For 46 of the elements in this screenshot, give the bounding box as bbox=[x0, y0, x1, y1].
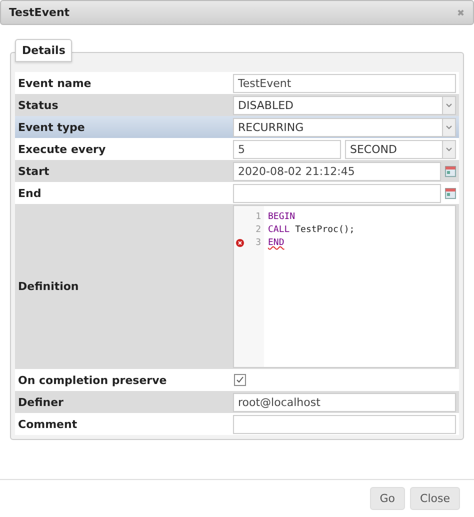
field-label: Event name bbox=[17, 76, 92, 90]
caret-icon[interactable] bbox=[442, 118, 455, 136]
window-title: TestEvent bbox=[9, 6, 70, 19]
line-number: 2 bbox=[256, 224, 261, 234]
text-field[interactable] bbox=[233, 414, 456, 434]
field-label: Comment bbox=[17, 418, 78, 430]
line-number: 3 bbox=[256, 238, 261, 248]
text-field[interactable]: root@localhost bbox=[233, 392, 456, 412]
field-label: On completion preserve bbox=[17, 374, 168, 386]
date-field[interactable]: 2020-08-02 21:12:45 bbox=[233, 162, 441, 180]
text-field[interactable]: TestEvent bbox=[233, 74, 456, 92]
form-row[interactable]: Execute every 5 SECOND bbox=[15, 138, 459, 160]
field-label: Event type bbox=[17, 120, 86, 134]
code-line: CALL TestProc(); bbox=[268, 224, 355, 236]
form-row[interactable]: Status DISABLED bbox=[15, 94, 459, 116]
code-line: BEGIN bbox=[268, 210, 296, 223]
field-label: Definition bbox=[17, 280, 80, 293]
field-label: Definer bbox=[17, 396, 64, 408]
caret-icon[interactable] bbox=[442, 140, 455, 158]
code-editor[interactable]: 1 2 3 BEGIN CALL TestProc(); END bbox=[233, 205, 456, 368]
form-row[interactable]: On completion preserve bbox=[15, 369, 459, 391]
form-row[interactable]: Event type RECURRING bbox=[15, 116, 459, 138]
calendar-icon[interactable] bbox=[445, 187, 456, 199]
form-row[interactable]: Start 2020-08-02 21:12:45 bbox=[15, 160, 459, 182]
field-label: Start bbox=[17, 164, 50, 178]
checkbox[interactable] bbox=[234, 374, 246, 386]
field-label: Execute every bbox=[17, 142, 107, 156]
code-line: END bbox=[268, 236, 286, 249]
number-field[interactable]: 5 bbox=[233, 140, 341, 158]
line-number: 1 bbox=[256, 212, 261, 222]
form-row[interactable]: Definer root@localhost bbox=[15, 391, 459, 413]
form-row[interactable]: End bbox=[15, 182, 459, 204]
form-row[interactable]: Event name TestEvent bbox=[15, 72, 459, 94]
tab[interactable]: Details bbox=[15, 39, 72, 62]
close-button[interactable]: Close bbox=[410, 487, 460, 510]
field-label: End bbox=[17, 186, 42, 200]
select-field[interactable]: SECOND bbox=[345, 140, 456, 158]
field-label: Status bbox=[17, 98, 60, 112]
date-field[interactable] bbox=[233, 184, 441, 202]
select-field[interactable]: DISABLED bbox=[233, 96, 456, 114]
caret-icon[interactable] bbox=[442, 96, 455, 114]
form-row[interactable]: Comment bbox=[15, 413, 459, 435]
form-row[interactable]: Definition 1 2 3 BEGIN CALL TestProc(); END bbox=[15, 204, 459, 369]
go-button[interactable]: Go bbox=[370, 487, 406, 510]
calendar-icon[interactable] bbox=[445, 165, 456, 177]
select-field[interactable]: RECURRING bbox=[233, 118, 456, 136]
